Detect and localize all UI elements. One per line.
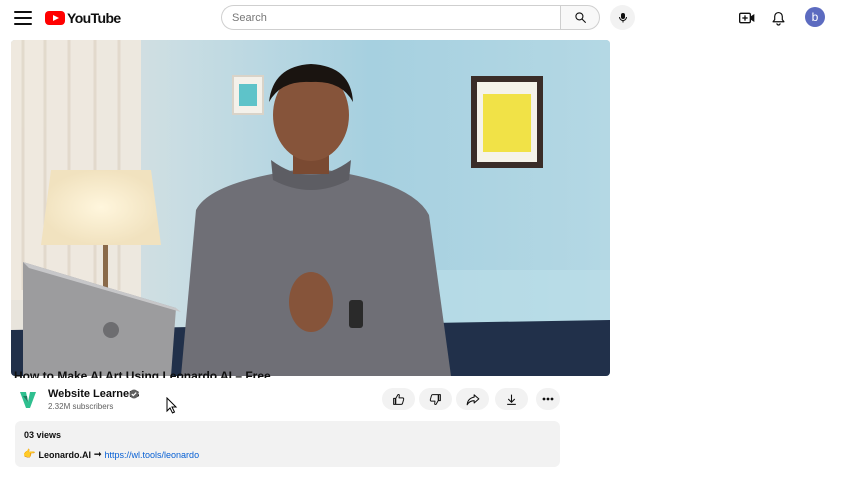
share-icon	[466, 393, 479, 405]
video-title-partial: How to Make AI Art Using Leonardo AI – F…	[14, 368, 314, 378]
video-player[interactable]	[11, 40, 610, 376]
notifications-button[interactable]	[768, 8, 788, 28]
description-link[interactable]: https://wl.tools/leonardo	[105, 450, 200, 460]
menu-icon[interactable]	[12, 8, 34, 28]
channel-logo-icon	[20, 392, 36, 408]
video-frame-image	[11, 40, 610, 376]
view-count: 03 views	[24, 430, 62, 440]
more-actions-button[interactable]	[536, 388, 560, 410]
youtube-play-icon	[45, 11, 65, 25]
share-button[interactable]	[456, 388, 489, 410]
subscriber-count: 2.32M subscribers	[48, 402, 114, 411]
channel-avatar[interactable]	[17, 388, 39, 410]
download-button[interactable]	[495, 388, 528, 410]
dislike-button[interactable]	[419, 388, 452, 410]
account-avatar[interactable]: b	[805, 7, 825, 27]
mic-icon	[618, 13, 627, 23]
search-icon	[574, 12, 586, 23]
voice-search-button[interactable]	[610, 5, 635, 30]
description-label: Leonardo.AI	[38, 449, 91, 460]
search-input[interactable]	[221, 5, 560, 30]
channel-name[interactable]: Website Learners	[48, 388, 140, 400]
youtube-logo[interactable]: YouTube	[45, 10, 121, 26]
logo-text: YouTube	[67, 10, 121, 26]
description-box[interactable]: 03 views 👉 Leonardo.AI ➞ https://wl.tool…	[15, 421, 560, 467]
search-button[interactable]	[560, 5, 600, 30]
verified-badge-icon	[129, 389, 139, 399]
video-title-text: How to Make AI Art Using Leonardo AI – F…	[14, 369, 271, 378]
mouse-cursor-icon	[166, 397, 178, 414]
description-line: 👉 Leonardo.AI ➞ https://wl.tools/leonard…	[23, 449, 199, 460]
bell-icon	[771, 11, 785, 26]
like-icon	[393, 393, 405, 405]
more-icon	[542, 397, 554, 401]
like-button[interactable]	[382, 388, 415, 410]
search-bar	[221, 5, 600, 30]
dislike-icon	[429, 393, 441, 405]
masthead: YouTube b	[0, 0, 854, 36]
arrow-glyph: ➞	[93, 449, 102, 459]
pointing-hand-icon: 👉	[23, 449, 36, 460]
create-video-icon	[739, 12, 755, 24]
download-icon	[507, 394, 516, 405]
create-button[interactable]	[737, 8, 757, 28]
